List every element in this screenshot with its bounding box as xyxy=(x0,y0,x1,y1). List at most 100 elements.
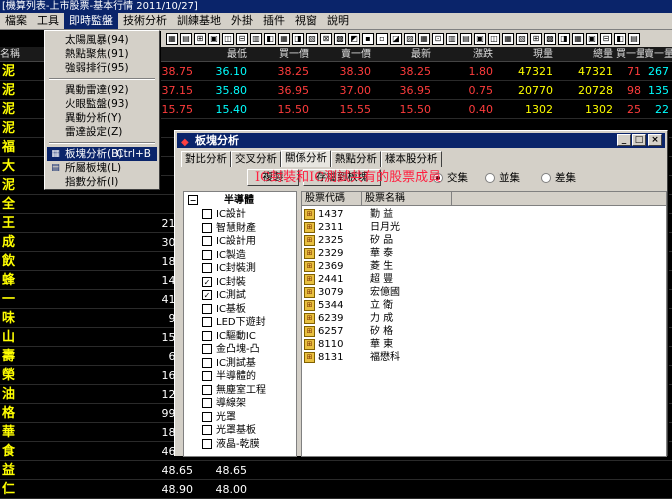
toolbar-button-icon[interactable]: ▣ xyxy=(474,32,486,45)
radio-1[interactable]: 並集 xyxy=(485,171,520,185)
toolbar-button-icon[interactable]: ▪ xyxy=(362,32,374,45)
toolbar-button-icon[interactable]: ▩ xyxy=(334,32,346,45)
toolbar-button-icon[interactable]: ▫ xyxy=(376,32,388,45)
toolbar-button-icon[interactable]: ◪ xyxy=(390,32,402,45)
close-icon[interactable]: × xyxy=(648,134,662,146)
toolbar-button-icon[interactable]: ▦ xyxy=(166,32,178,45)
dropdown-item-7[interactable]: 板塊分析(B) Ctrl+B ▦ xyxy=(47,147,157,161)
tree-item[interactable]: IC測試基 xyxy=(202,357,256,370)
dropdown-item-1[interactable]: 熱點聚焦(91) xyxy=(47,47,157,61)
tree-item[interactable]: ✓ IC封裝 xyxy=(202,276,246,289)
toolbar-button-icon[interactable]: ▨ xyxy=(404,32,416,45)
stock-row[interactable]: ⊞ 2369 菱 生 xyxy=(302,260,502,273)
stock-row[interactable]: ⊞ 3079 宏億國 xyxy=(302,286,502,299)
stock-row[interactable]: ⊞ 8131 福懋科 xyxy=(302,351,502,364)
tree-item[interactable]: IC驅動IC xyxy=(202,330,256,343)
tree-item[interactable]: 光罩 xyxy=(202,411,236,424)
menu-6[interactable]: 插件 xyxy=(258,13,290,29)
tree-item[interactable]: 無塵室工程 xyxy=(202,384,266,397)
toolbar-button-icon[interactable]: ▦ xyxy=(278,32,290,45)
menu-5[interactable]: 外掛 xyxy=(226,13,258,29)
checkbox-icon[interactable] xyxy=(202,438,212,449)
dropdown-item-5[interactable]: 異動分析(Y) xyxy=(47,111,157,125)
toolbar-button-icon[interactable]: ▣ xyxy=(208,32,220,45)
tree-item[interactable]: 半導體的 xyxy=(202,370,256,383)
checkbox-icon[interactable] xyxy=(202,263,212,273)
tree-root[interactable]: − 半導體 xyxy=(188,194,254,207)
toolbar-button-icon[interactable]: ◫ xyxy=(222,32,234,45)
toolbar-button-icon[interactable]: ◧ xyxy=(264,32,276,45)
checkbox-icon[interactable] xyxy=(202,222,212,233)
tree-item[interactable]: 金凸塊-凸 xyxy=(202,343,260,356)
menu-0[interactable]: 檔案 xyxy=(0,13,32,29)
toolbar-button-icon[interactable]: ▧ xyxy=(306,32,318,45)
stock-row[interactable]: ⊞ 5344 立 衛 xyxy=(302,299,502,312)
checkbox-icon[interactable] xyxy=(202,249,212,260)
tree-item[interactable]: IC封裝測 xyxy=(202,262,256,275)
dropdown-item-2[interactable]: 強弱排行(95) xyxy=(47,61,157,75)
toolbar-button-icon[interactable]: ◨ xyxy=(558,32,570,45)
stock-row[interactable]: ⊞ 1437 勤 益 xyxy=(302,208,502,221)
tree-item[interactable]: 光罩基板 xyxy=(202,424,256,437)
stock-row[interactable]: ⊞ 2325 矽 品 xyxy=(302,234,502,247)
toolbar-button-icon[interactable]: ▦ xyxy=(572,32,584,45)
toolbar-button-icon[interactable]: ⊟ xyxy=(236,32,248,45)
checkbox-icon[interactable] xyxy=(202,398,212,408)
tree-item[interactable]: 液晶-乾膜 xyxy=(202,438,260,451)
radio-2[interactable]: 差集 xyxy=(541,171,576,185)
stock-row[interactable]: ⊞ 2311 日月光 xyxy=(302,221,502,234)
toolbar-button-icon[interactable]: ▥ xyxy=(250,32,262,45)
tab-4[interactable]: 樣本股分析 xyxy=(381,151,442,167)
table-row[interactable]: 仁 48.90 48.00 xyxy=(0,480,672,499)
checkbox-icon[interactable]: ✓ xyxy=(202,290,212,300)
list-column-header[interactable]: 股票代碼 xyxy=(302,192,362,206)
toolbar-button-icon[interactable]: ⊠ xyxy=(320,32,332,45)
dropdown-item-9[interactable]: 指數分析(I) xyxy=(47,175,157,189)
checkbox-icon[interactable] xyxy=(202,371,212,381)
toolbar-button-icon[interactable]: ▥ xyxy=(446,32,458,45)
tab-2[interactable]: 關係分析 xyxy=(281,150,331,167)
toolbar-button-icon[interactable]: ⊟ xyxy=(600,32,612,45)
stock-row[interactable]: ⊞ 2441 超 豐 xyxy=(302,273,502,286)
table-row[interactable]: 益 48.65 48.65 xyxy=(0,461,672,480)
checkbox-icon[interactable] xyxy=(202,357,212,368)
tab-1[interactable]: 交叉分析 xyxy=(231,151,281,167)
tab-3[interactable]: 熱點分析 xyxy=(331,151,381,167)
toolbar-button-icon[interactable]: ▣ xyxy=(586,32,598,45)
dropdown-item-3[interactable]: 異動雷達(92) xyxy=(47,83,157,97)
list-column-header[interactable]: 股票名稱 xyxy=(362,192,452,206)
checkbox-icon[interactable] xyxy=(202,330,212,341)
checkbox-icon[interactable] xyxy=(202,317,212,327)
tree-item[interactable]: IC設計用 xyxy=(202,235,256,248)
collapse-icon[interactable]: − xyxy=(188,195,198,205)
toolbar-button-icon[interactable]: ◩ xyxy=(348,32,360,45)
checkbox-icon[interactable]: ✓ xyxy=(202,276,212,287)
toolbar-button-icon[interactable]: ▦ xyxy=(502,32,514,45)
tree-item[interactable]: IC製造 xyxy=(202,249,246,262)
toolbar-button-icon[interactable]: ▤ xyxy=(180,32,192,45)
tree-item[interactable]: IC基板 xyxy=(202,303,246,316)
tab-0[interactable]: 對比分析 xyxy=(181,151,231,167)
tree-item[interactable]: 導線架 xyxy=(202,397,246,410)
checkbox-icon[interactable] xyxy=(202,411,212,422)
menu-2[interactable]: 即時監盤 xyxy=(64,13,118,29)
stock-row[interactable]: ⊞ 6257 矽 格 xyxy=(302,325,502,338)
menu-7[interactable]: 視窗 xyxy=(290,13,322,29)
tree-item[interactable]: 智慧財產 xyxy=(202,222,256,235)
toolbar-button-icon[interactable]: ⊞ xyxy=(194,32,206,45)
maximize-icon[interactable]: □ xyxy=(632,134,646,146)
toolbar-button-icon[interactable]: ▤ xyxy=(628,32,640,45)
dropdown-item-6[interactable]: 雷達設定(Z) xyxy=(47,125,157,139)
dropdown-item-0[interactable]: 太陽風暴(94) xyxy=(47,33,157,47)
toolbar-button-icon[interactable]: ▩ xyxy=(544,32,556,45)
checkbox-icon[interactable] xyxy=(202,209,212,219)
toolbar-button-icon[interactable]: ◫ xyxy=(488,32,500,45)
checkbox-icon[interactable] xyxy=(202,344,212,354)
toolbar-button-icon[interactable]: ◨ xyxy=(292,32,304,45)
tree-item[interactable]: ✓ IC測試 xyxy=(202,289,246,302)
checkbox-icon[interactable] xyxy=(202,384,212,395)
stock-row[interactable]: ⊞ 6239 力 成 xyxy=(302,312,502,325)
checkbox-icon[interactable] xyxy=(202,425,212,435)
checkbox-icon[interactable] xyxy=(202,236,212,246)
toolbar-button-icon[interactable]: ⊡ xyxy=(432,32,444,45)
